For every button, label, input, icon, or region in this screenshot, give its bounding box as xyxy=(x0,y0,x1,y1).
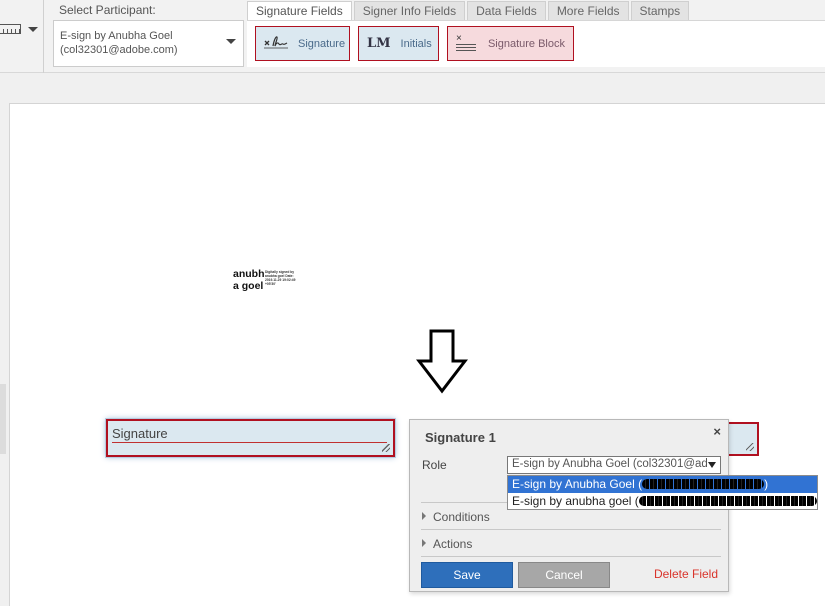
field-toolbar: Select Participant: E-sign by Anubha Goe… xyxy=(0,0,825,73)
sample-digital-signature: anubh a goel Digitally signed by anubha … xyxy=(233,268,295,292)
role-option-suffix: ) xyxy=(764,477,769,491)
tab-more-fields[interactable]: More Fields xyxy=(547,1,629,20)
side-handle[interactable] xyxy=(0,384,6,454)
initials-icon: LM xyxy=(367,36,391,51)
field-tabs: Signature Fields Signer Info Fields Data… xyxy=(247,1,691,20)
participant-label: Select Participant: xyxy=(59,3,156,17)
initials-field-label: Initials xyxy=(400,37,432,50)
resize-handle-icon[interactable] xyxy=(382,444,390,452)
role-label: Role xyxy=(422,458,447,472)
signature-field-button[interactable]: Signature xyxy=(255,26,350,61)
actions-expander[interactable]: Actions xyxy=(422,537,472,551)
sample-signature-details: Digitally signed by anubha goel Date: 20… xyxy=(265,270,296,286)
role-dropdown-list: E-sign by Anubha Goel () E-sign by anubh… xyxy=(507,475,818,510)
tab-panel: Signature LM Initials × Signature Block xyxy=(247,20,825,67)
chevron-down-icon xyxy=(708,462,716,468)
popup-title: Signature 1 xyxy=(425,430,496,445)
signature-field-text: Signature xyxy=(112,426,168,441)
signature-line xyxy=(112,442,387,443)
x-signature-icon xyxy=(264,35,288,52)
chevron-right-icon xyxy=(422,539,426,547)
ruler-dropdown[interactable] xyxy=(0,20,44,40)
chevron-down-icon xyxy=(28,27,38,32)
divider xyxy=(43,0,44,73)
role-value: E-sign by Anubha Goel (col32301@ad xyxy=(512,458,708,470)
tab-signer-info-fields[interactable]: Signer Info Fields xyxy=(353,1,466,20)
divider xyxy=(421,529,721,530)
signature-field[interactable]: Signature xyxy=(106,419,395,457)
chevron-down-icon xyxy=(226,39,236,44)
participant-value: E-sign by Anubha Goel (col32301@adobe.co… xyxy=(60,30,178,56)
initials-field-button[interactable]: LM Initials xyxy=(358,26,439,61)
signature-block-field-label: Signature Block xyxy=(487,37,565,50)
role-select[interactable]: E-sign by Anubha Goel (col32301@ad xyxy=(507,456,721,474)
role-option-label: E-sign by Anubha Goel ( xyxy=(512,477,643,491)
close-icon[interactable]: × xyxy=(713,424,721,439)
redacted-email xyxy=(638,496,817,506)
participant-select[interactable]: E-sign by Anubha Goel (col32301@adobe.co… xyxy=(53,20,244,67)
chevron-right-icon xyxy=(422,512,426,520)
signature-block-field-button[interactable]: × Signature Block xyxy=(447,26,574,61)
redacted-email xyxy=(642,479,765,489)
tab-signature-fields[interactable]: Signature Fields xyxy=(247,1,352,20)
role-option-label: E-sign by anubha goel ( xyxy=(512,494,639,508)
actions-label: Actions xyxy=(433,537,473,551)
conditions-expander[interactable]: Conditions xyxy=(422,510,490,524)
role-option[interactable]: E-sign by Anubha Goel () xyxy=(508,476,817,493)
conditions-label: Conditions xyxy=(433,510,490,524)
signature-block-icon: × xyxy=(456,33,476,51)
sample-signature-name-line1: anubh xyxy=(233,268,265,280)
tab-stamps[interactable]: Stamps xyxy=(630,1,690,20)
down-arrow-icon xyxy=(416,329,468,394)
initials-icon-text: LM xyxy=(367,36,391,51)
divider xyxy=(421,556,721,557)
sample-signature-name-line2: a goel xyxy=(233,280,264,292)
resize-handle-icon[interactable] xyxy=(746,443,754,451)
delete-field-link[interactable]: Delete Field xyxy=(654,567,718,581)
cancel-button[interactable]: Cancel xyxy=(518,562,610,588)
role-option[interactable]: E-sign by anubha goel () xyxy=(508,493,817,510)
tab-data-fields[interactable]: Data Fields xyxy=(467,1,546,20)
signature-field-label: Signature xyxy=(298,37,346,50)
save-button[interactable]: Save xyxy=(421,562,513,588)
ruler-icon xyxy=(0,24,21,34)
